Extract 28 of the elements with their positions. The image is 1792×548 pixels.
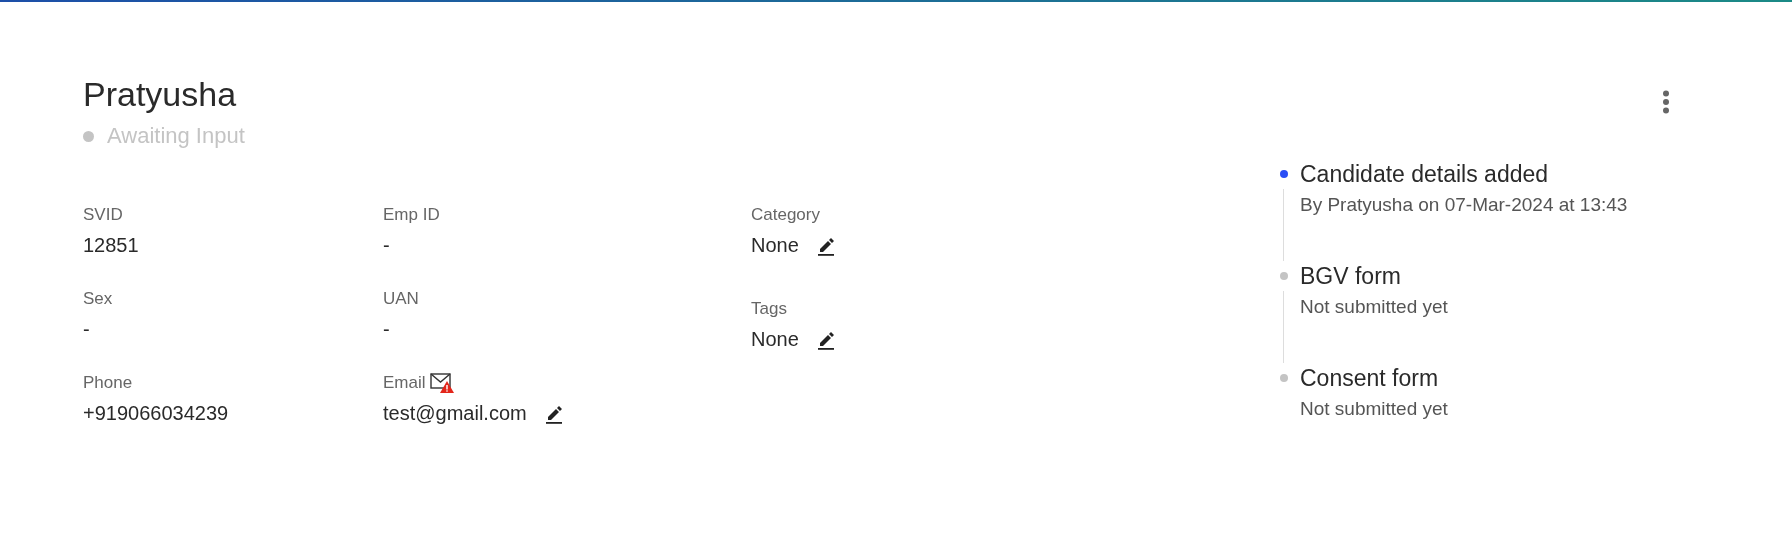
field-label: SVID bbox=[83, 204, 123, 226]
field-label: UAN bbox=[383, 288, 419, 310]
timeline-title: Candidate details added bbox=[1300, 160, 1549, 189]
field-label: Phone bbox=[83, 372, 133, 394]
field-value: None bbox=[751, 233, 799, 258]
edit-icon[interactable] bbox=[816, 236, 835, 256]
timeline-title: Consent form bbox=[1300, 364, 1439, 393]
field-value: - bbox=[383, 233, 390, 258]
field-label: Tags bbox=[751, 298, 787, 320]
field-value: 12851 bbox=[83, 233, 139, 258]
status-label: Awaiting Input bbox=[107, 122, 245, 150]
field-value: None bbox=[751, 327, 799, 352]
timeline-title: BGV form bbox=[1300, 262, 1401, 291]
edit-icon[interactable] bbox=[816, 330, 835, 350]
field-value: - bbox=[83, 317, 90, 342]
edit-icon[interactable] bbox=[544, 404, 563, 424]
field-label: Sex bbox=[83, 288, 113, 310]
field-label: Category bbox=[751, 204, 820, 226]
timeline-detail: Not submitted yet bbox=[1300, 296, 1448, 317]
candidate-name: Pratyusha bbox=[83, 74, 238, 115]
field-value: test@gmail.com bbox=[383, 401, 527, 426]
more-options-icon[interactable] bbox=[1662, 90, 1670, 114]
field-value: - bbox=[383, 317, 390, 342]
timeline-detail: By Pratyusha on 07-Mar-2024 at 13:43 bbox=[1300, 194, 1628, 215]
timeline-detail: Not submitted yet bbox=[1300, 398, 1448, 419]
field-label: Email bbox=[383, 372, 426, 394]
field-label: Emp ID bbox=[383, 204, 440, 226]
field-value: +919066034239 bbox=[83, 401, 229, 426]
